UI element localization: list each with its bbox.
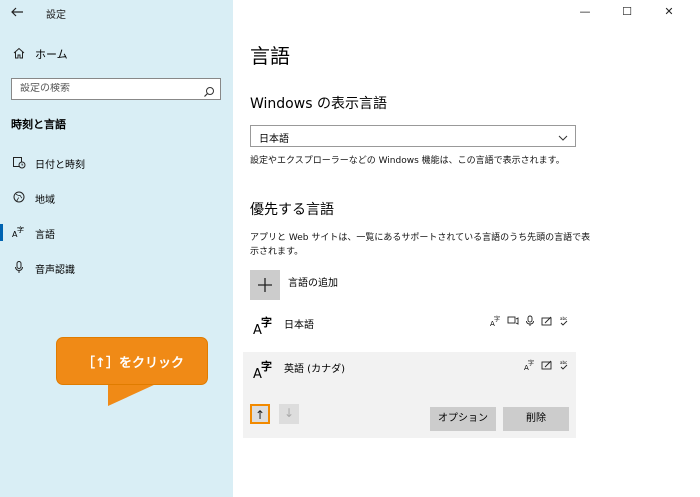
display-language-description: 設定やエクスプローラーなどの Windows 機能は、この言語で表示されます。 xyxy=(250,156,565,166)
spellcheck-icon: abc xyxy=(557,359,570,371)
sidebar-item-label: 言語 xyxy=(35,230,55,241)
preferred-languages-heading: 優先する言語 xyxy=(250,202,334,218)
language-glyph-icon: A 字 xyxy=(253,358,279,384)
page-title: 言語 xyxy=(250,44,290,68)
sidebar-item-date-time[interactable]: 日付と時刻 xyxy=(0,152,233,174)
plus-icon xyxy=(250,270,280,300)
section-title: 時刻と言語 xyxy=(11,118,66,131)
calendar-clock-icon xyxy=(12,155,26,169)
language-item-japanese[interactable]: A 字 日本語 A字 abc xyxy=(243,310,576,350)
globe-icon xyxy=(12,190,26,204)
svg-text:abc: abc xyxy=(560,316,567,321)
dropdown-value: 日本語 xyxy=(259,134,289,145)
chevron-down-icon xyxy=(557,129,569,141)
sidebar-item-speech[interactable]: 音声認識 xyxy=(0,257,233,279)
handwriting-icon xyxy=(540,359,553,371)
move-down-button[interactable]: ↓ xyxy=(279,404,299,424)
minimize-button[interactable]: — xyxy=(577,4,593,20)
options-button[interactable]: オプション xyxy=(430,407,496,431)
microphone-icon xyxy=(12,260,26,274)
delete-button[interactable]: 削除 xyxy=(503,407,569,431)
search-box[interactable] xyxy=(11,78,221,100)
sidebar-item-label: ホーム xyxy=(35,48,68,61)
microphone-icon xyxy=(523,315,536,327)
display-language-icon: A字 xyxy=(523,359,536,372)
maximize-button[interactable]: ☐ xyxy=(619,4,635,20)
home-icon xyxy=(12,45,26,59)
language-name: 英語 (カナダ) xyxy=(284,364,345,375)
display-language-icon: A字 xyxy=(489,315,502,328)
callout-text: ［↑］をクリック xyxy=(82,356,184,371)
active-indicator xyxy=(0,224,3,241)
sidebar-item-language[interactable]: A字 言語 xyxy=(0,222,233,244)
svg-text:字: 字 xyxy=(494,315,500,323)
handwriting-icon xyxy=(540,315,553,327)
add-language-button[interactable]: 言語の追加 xyxy=(250,270,450,300)
preferred-languages-description-line2: 示されます。 xyxy=(250,247,304,257)
language-icon: A字 xyxy=(12,225,26,239)
app-title: 設定 xyxy=(46,10,66,21)
spellcheck-icon: abc xyxy=(557,315,570,327)
display-language-heading: Windows の表示言語 xyxy=(250,96,387,112)
window-controls: — ☐ ✕ xyxy=(570,0,700,26)
close-button[interactable]: ✕ xyxy=(661,4,677,20)
sidebar-item-label: 日付と時刻 xyxy=(35,160,85,171)
move-up-button[interactable]: ↑ xyxy=(250,404,270,424)
callout-tail xyxy=(108,384,156,406)
feature-icons: A字 abc xyxy=(489,315,570,328)
svg-text:字: 字 xyxy=(528,359,534,367)
sidebar-item-label: 地域 xyxy=(35,195,55,206)
feature-icons: A字 abc xyxy=(523,359,570,372)
search-input[interactable] xyxy=(20,83,200,94)
sidebar-item-region[interactable]: 地域 xyxy=(0,187,233,209)
glyph-ji: 字 xyxy=(261,316,272,329)
speech-icon xyxy=(506,315,519,327)
sidebar-item-home[interactable]: ホーム xyxy=(0,42,233,64)
display-language-dropdown[interactable]: 日本語 xyxy=(250,125,576,147)
back-arrow-icon[interactable] xyxy=(10,5,26,21)
glyph-ji: 字 xyxy=(261,360,272,373)
svg-text:字: 字 xyxy=(17,225,24,234)
language-name: 日本語 xyxy=(284,320,314,331)
sidebar-item-label: 音声認識 xyxy=(35,265,75,276)
main-panel: 言語 Windows の表示言語 日本語 設定やエクスプローラーなどの Wind… xyxy=(233,0,700,497)
sidebar: 設定 ホーム 時刻と言語 日付と時刻 地域 A字 言語 xyxy=(0,0,233,497)
language-item-english-canada[interactable]: A 字 英語 (カナダ) A字 abc xyxy=(243,354,576,394)
search-icon[interactable] xyxy=(203,83,215,97)
svg-text:abc: abc xyxy=(560,360,567,365)
instruction-callout: ［↑］をクリック xyxy=(56,337,208,385)
add-language-label: 言語の追加 xyxy=(288,278,338,289)
titlebar-left: 設定 xyxy=(0,0,233,26)
language-glyph-icon: A 字 xyxy=(253,314,279,340)
preferred-languages-description-line1: アプリと Web サイトは、一覧にあるサポートされている言語のうち先頭の言語で表 xyxy=(250,233,591,243)
